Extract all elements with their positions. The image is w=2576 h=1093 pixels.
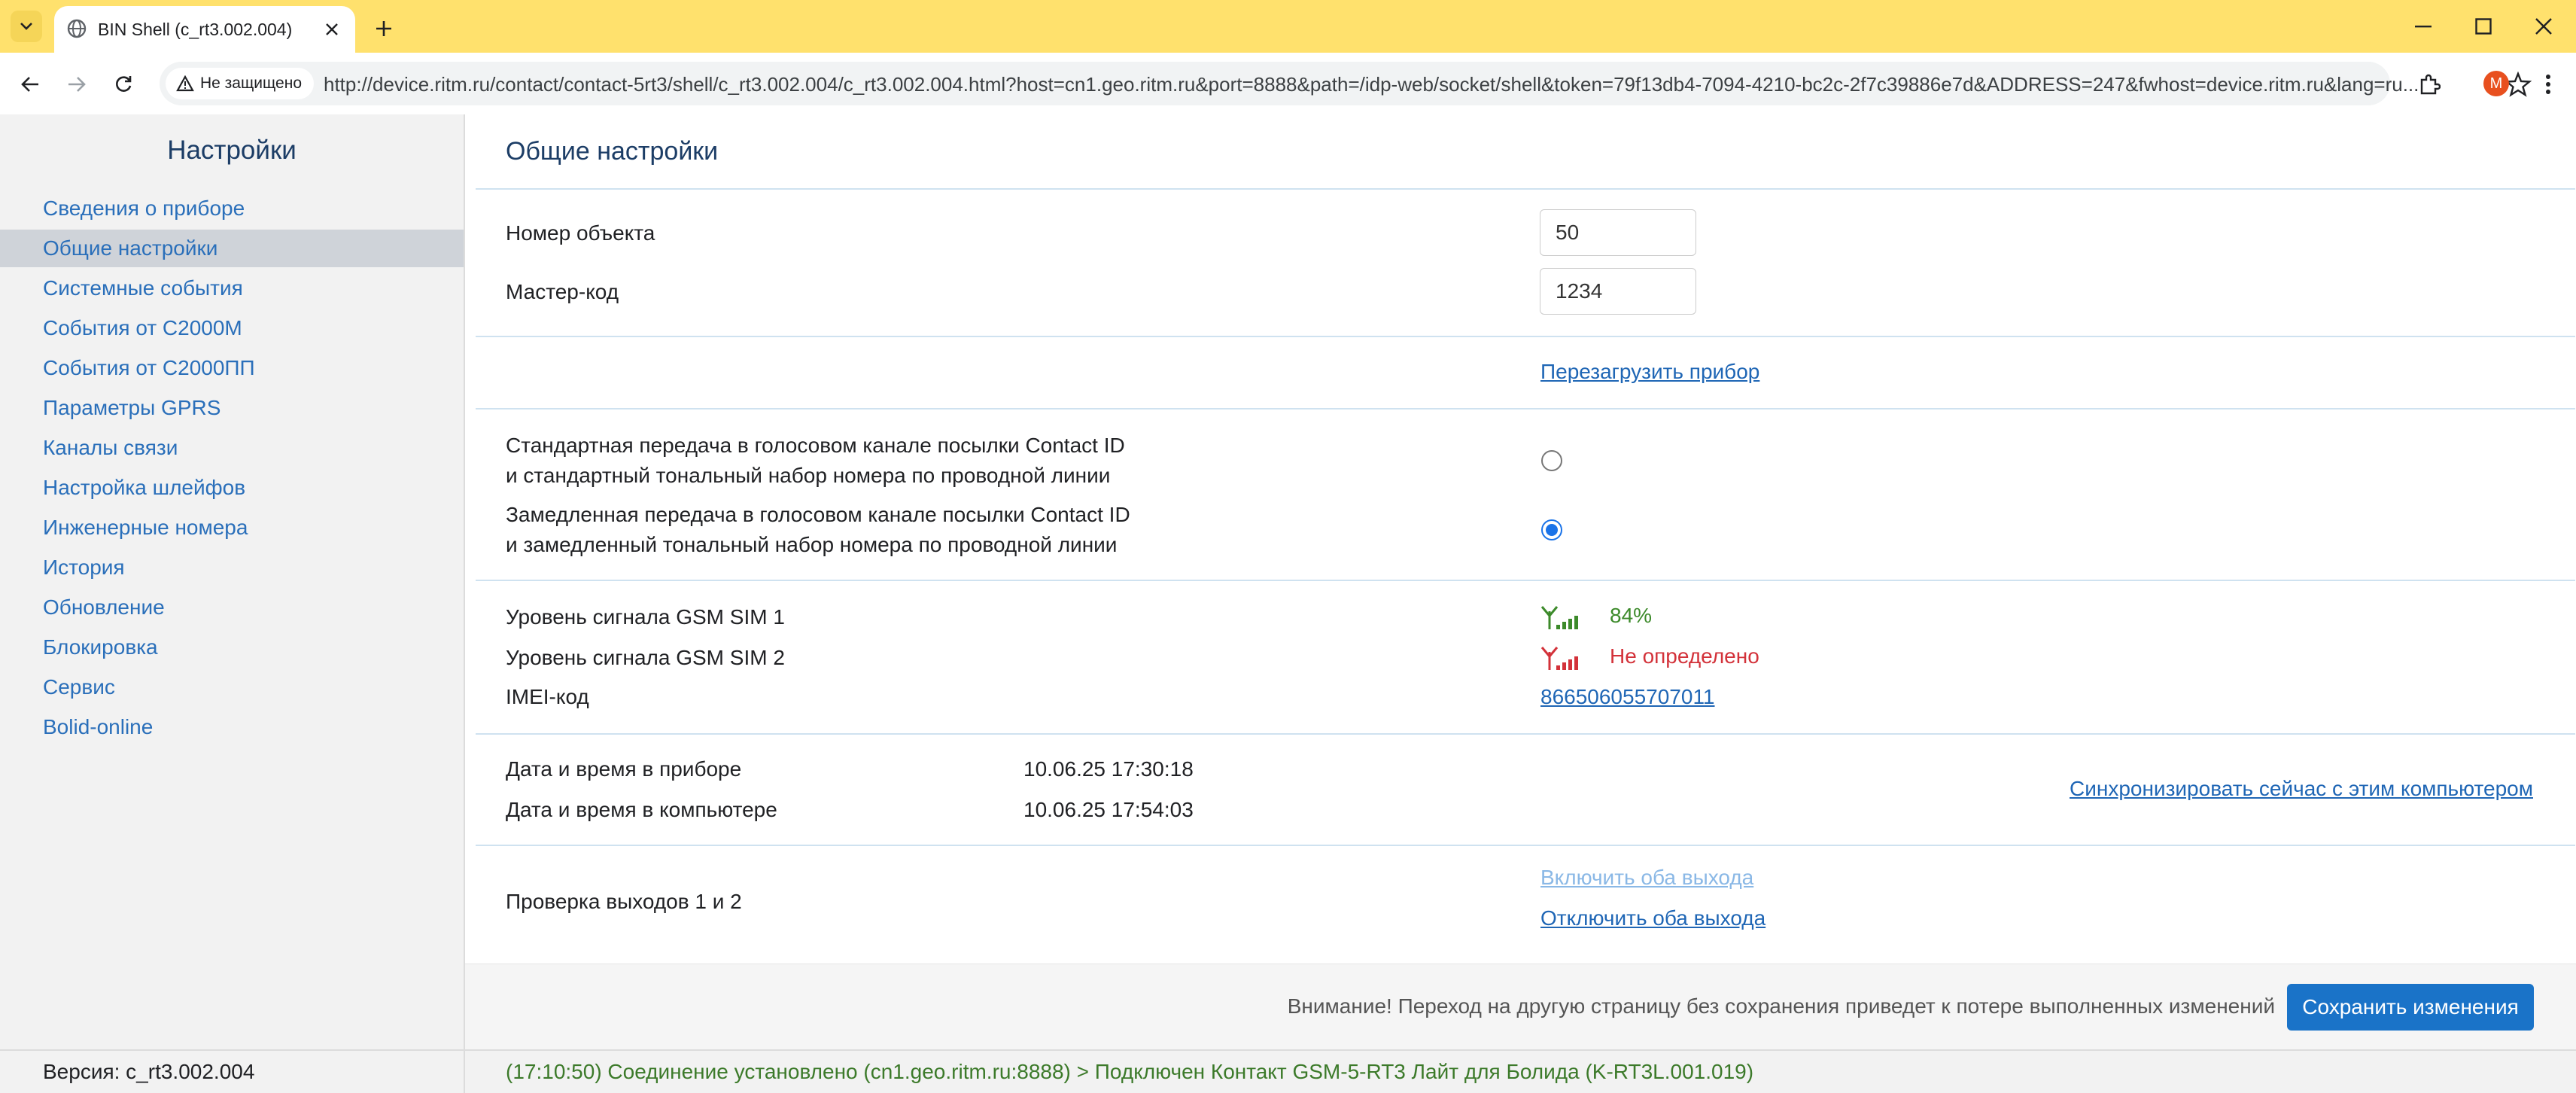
divider [476,580,2575,581]
address-bar[interactable]: Не защищено http://device.ritm.ru/contac… [160,62,2532,105]
imei-value-link[interactable]: 866506055707011 [1540,685,1715,709]
reload-icon [116,76,132,92]
delayed-transfer-line2: и замедленный тональный набор номера по … [506,533,1118,556]
browser-toolbar: Не защищено http://device.ritm.ru/contac… [0,53,2576,115]
extensions-button[interactable] [2413,68,2446,101]
object-number-label: Номер объекта [506,221,655,245]
delayed-transfer-line1: Замедленная передача в голосовом канале … [506,503,1130,526]
standard-transfer-line1: Стандартная передача в голосовом канале … [506,434,1125,457]
sidebar-item-events-c2000m[interactable]: События от С2000М [0,309,464,347]
disable-outputs-link[interactable]: Отключить оба выхода [1540,906,1765,930]
gsm-sim1-label: Уровень сигнала GSM SIM 1 [506,605,785,629]
settings-sidebar: Настройки Сведения о приборе Общие настр… [0,114,465,1049]
sidebar-item-bolid-online[interactable]: Bolid-online [0,708,464,746]
browser-tab-bar: BIN Shell (c_rt3.002.004) [0,0,2576,53]
divider [476,733,2575,735]
sidebar-item-events-c2000pp[interactable]: События от С2000ПП [0,349,464,387]
standard-transfer-line2: и стандартный тональный набор номера по … [506,464,1111,487]
url-text[interactable]: http://device.ritm.ru/contact/contact-5r… [324,73,2491,96]
outputs-check-label: Проверка выходов 1 и 2 [506,890,742,913]
gsm-sim1-value: 84% [1610,604,1653,627]
delayed-transfer-radio[interactable] [1541,519,1562,540]
divider [476,188,2575,190]
puzzle-icon [2420,74,2441,95]
standard-transfer-radio[interactable] [1541,450,1562,471]
connection-status: (17:10:50) Соединение установлено (cn1.g… [506,1060,1754,1083]
chevron-down-icon [20,23,32,30]
sidebar-item-device-info[interactable]: Сведения о приборе [0,190,464,227]
security-label: Не защищено [200,75,302,92]
sidebar-item-loops[interactable]: Настройка шлейфов [0,469,464,507]
minimize-icon [2415,26,2432,28]
browser-menu-button[interactable] [2532,68,2565,101]
sidebar-title: Настройки [167,135,297,165]
sync-time-link[interactable]: Синхронизировать сейчас с этим компьютер… [2070,777,2533,801]
device-time-value: 10.06.25 17:30:18 [1023,757,1194,781]
computer-time-label: Дата и время в компьютере [506,798,777,821]
arrow-right-icon [68,77,86,92]
back-button[interactable] [14,68,47,101]
warning-icon [176,75,194,92]
tab-title: BIN Shell (c_rt3.002.004) [98,20,293,39]
sidebar-item-system-events[interactable]: Системные события [0,269,464,307]
master-code-label: Мастер-код [506,280,619,303]
new-tab-button[interactable] [369,14,399,44]
save-changes-button[interactable]: Сохранить изменения [2287,984,2534,1031]
master-code-input[interactable] [1540,268,1696,315]
minimize-button[interactable] [2393,8,2453,45]
divider [476,336,2575,337]
signal-strength-good-icon [1540,606,1578,629]
tab-search-button[interactable] [11,11,42,42]
close-window-button[interactable] [2514,8,2574,45]
gsm-sim2-label: Уровень сигнала GSM SIM 2 [506,646,785,669]
main-panel: Общие настройки Номер объекта Мастер-код… [465,114,2576,1049]
divider [476,408,2575,409]
reload-button[interactable] [107,68,140,101]
page-title: Общие настройки [506,137,719,166]
action-bar: Внимание! Переход на другую страницу без… [465,964,2576,1050]
sidebar-item-update[interactable]: Обновление [0,589,464,626]
close-icon [2535,18,2552,35]
unsaved-warning: Внимание! Переход на другую страницу без… [1287,994,2275,1018]
globe-icon [67,19,87,38]
version-label: Версия: c_rt3.002.004 [43,1060,255,1083]
enable-outputs-link[interactable]: Включить оба выхода [1540,866,1753,890]
profile-avatar[interactable]: M [2483,71,2509,96]
divider [476,845,2575,846]
reboot-device-link[interactable]: Перезагрузить прибор [1540,360,1759,384]
sidebar-item-channels[interactable]: Каналы связи [0,429,464,467]
security-chip[interactable]: Не защищено [166,68,314,99]
plus-icon [376,21,391,36]
object-number-input[interactable] [1540,209,1696,256]
signal-strength-none-icon [1540,647,1578,670]
sidebar-item-general-settings[interactable]: Общие настройки [0,230,464,267]
arrow-left-icon [21,77,38,92]
sidebar-item-service[interactable]: Сервис [0,668,464,706]
maximize-icon [2475,18,2492,35]
sidebar-item-engineer-numbers[interactable]: Инженерные номера [0,509,464,546]
sidebar-item-history[interactable]: История [0,549,464,586]
more-vertical-icon [2546,75,2550,94]
browser-tab[interactable]: BIN Shell (c_rt3.002.004) [54,6,355,53]
sidebar-item-lock[interactable]: Блокировка [0,629,464,666]
forward-button[interactable] [60,68,93,101]
device-time-label: Дата и время в приборе [506,757,742,781]
maximize-button[interactable] [2453,8,2514,45]
gsm-sim2-value: Не определено [1610,644,1759,668]
sidebar-item-gprs-params[interactable]: Параметры GPRS [0,389,464,427]
close-tab-icon[interactable] [321,18,343,41]
divider [464,1051,465,1093]
imei-label: IMEI-код [506,685,589,708]
computer-time-value: 10.06.25 17:54:03 [1023,798,1194,821]
status-bar: Версия: c_rt3.002.004 (17:10:50) Соедине… [0,1049,2576,1093]
